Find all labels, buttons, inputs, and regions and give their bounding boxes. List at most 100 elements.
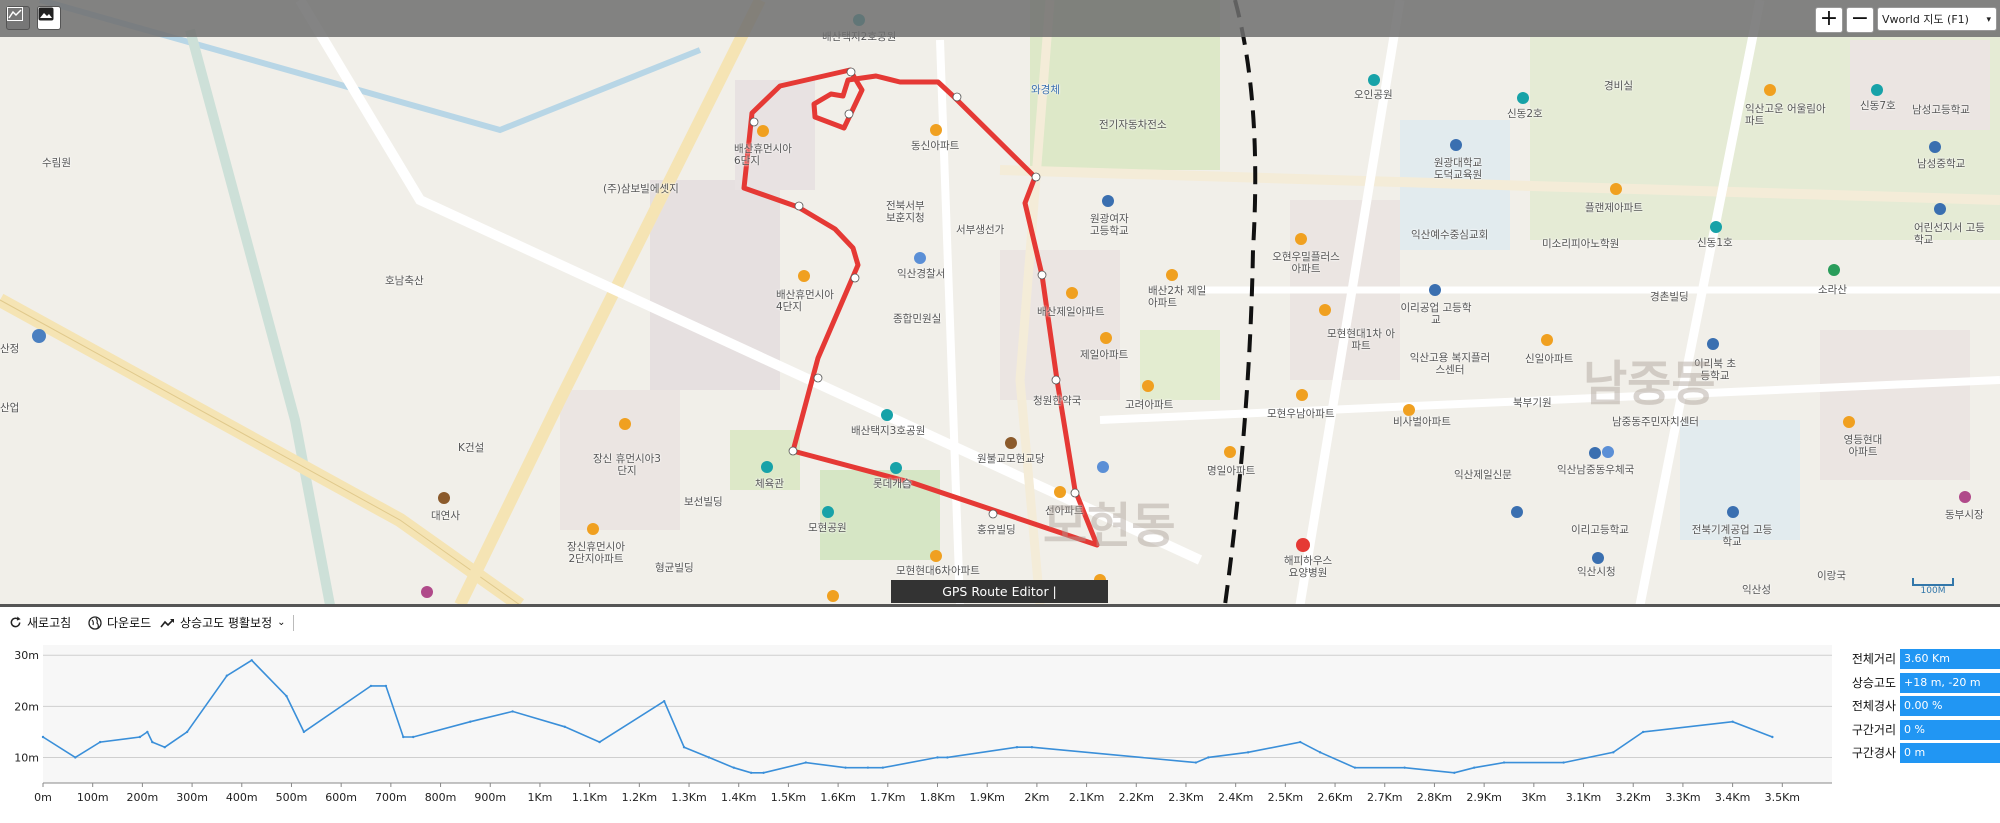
map-label: 보선빌딩 xyxy=(684,496,723,508)
chart-toggle-button[interactable] xyxy=(6,6,30,30)
zoom-out-button[interactable]: − xyxy=(1846,7,1874,33)
route-arrow-icon xyxy=(794,201,804,211)
road xyxy=(936,39,964,605)
waterway xyxy=(185,28,335,605)
route-arrow-icon xyxy=(813,373,823,383)
map-label: 신일아파트 xyxy=(1525,353,1574,365)
x-tick-label: 2Km xyxy=(1024,791,1049,804)
map-type-select[interactable]: Vworld 지도 (F1) ▾ xyxy=(1877,7,1997,31)
map-label: 이랑국 xyxy=(1817,570,1846,582)
highway-shield-icon xyxy=(32,329,46,343)
x-tick-label: 400m xyxy=(226,791,258,804)
map-label: 종합민원실 xyxy=(893,313,942,325)
map-label: 전북서부 보훈지청 xyxy=(886,200,925,224)
post-office-marker-icon xyxy=(1602,446,1614,458)
map-label: 소라산 xyxy=(1818,284,1847,296)
stat-label: 전체거리 xyxy=(1851,652,1896,666)
map-label: 신동7호 xyxy=(1860,100,1896,112)
x-tick-label: 3.5Km xyxy=(1765,791,1800,804)
elevation-data-point xyxy=(1246,751,1250,754)
map-label: 동신아파트 xyxy=(911,140,960,152)
elevation-chart[interactable]: 30m 20m 10m 0m 100m 200m 300m 400m 500m 600m 700m… xyxy=(0,637,1840,819)
map-label: 명일아파트 xyxy=(1207,465,1256,477)
elevation-data-point xyxy=(1299,740,1302,744)
route-arrow-icon xyxy=(846,67,856,77)
elevation-data-point xyxy=(41,735,45,739)
map-type-select-label: Vworld 지도 (F1) xyxy=(1882,13,1969,26)
x-tick-label: 800m xyxy=(425,791,457,804)
map-label: 원광대학교 도덕교육원 xyxy=(1433,157,1483,181)
x-tick-label: 1.3Km xyxy=(671,791,706,804)
smoothing-dropdown[interactable]: 상승고도 평활보정 ⌄ xyxy=(160,614,294,631)
map-label: 수림원 xyxy=(42,157,71,169)
mountain-marker-icon xyxy=(1828,264,1840,276)
elevation-data-point xyxy=(1207,756,1210,759)
district-boundary-line xyxy=(1223,0,1258,605)
map-label: 배산휴먼시아 6단지 xyxy=(734,143,792,167)
image-button[interactable] xyxy=(37,6,61,30)
x-tick-label: 1.6Km xyxy=(820,791,855,804)
scale-bar-label: 100M xyxy=(1920,586,1946,596)
elevation-chart-svg[interactable]: 30m 20m 10m 0m 100m 200m 300m 400m 500m 600m 700m… xyxy=(0,637,1840,819)
route-arrow-icon xyxy=(1070,488,1080,498)
map-label: 모현현대6차아파트 xyxy=(896,565,980,577)
apartment-marker-icon xyxy=(1296,389,1308,401)
map-label: 제일아파트 xyxy=(1080,349,1129,361)
map-view[interactable]: 배산택지2호공원 오인공원 신동2호 경비실 익산고운 어울림아파트 신동7호 … xyxy=(0,0,2000,605)
zoom-in-button[interactable]: + xyxy=(1815,7,1843,33)
x-tick-label: 1.7Km xyxy=(870,791,905,804)
elevation-data-point xyxy=(1403,766,1406,769)
x-tick-label: 2.4Km xyxy=(1218,791,1253,804)
route-arrow-icon xyxy=(1031,172,1041,182)
download-button[interactable]: 다운로드 xyxy=(88,614,151,631)
y-tick-label: 30m xyxy=(14,649,39,662)
map-label: 익산경찰서 xyxy=(897,268,946,280)
apartment-marker-icon xyxy=(757,125,769,137)
elevation-data-point xyxy=(804,761,808,764)
map-label: 모현현대1차 아파트 xyxy=(1327,328,1395,352)
x-tick-label: 1.4Km xyxy=(721,791,756,804)
map-label: 남중동주민자치센터 xyxy=(1612,416,1699,428)
school-marker-icon xyxy=(1707,338,1719,350)
map-label: 신동1호 xyxy=(1697,237,1733,249)
apartment-marker-icon xyxy=(619,418,631,430)
x-tick-label: 300m xyxy=(176,791,208,804)
route-arrow-icon xyxy=(1037,270,1047,280)
elevation-data-point xyxy=(1030,746,1034,749)
route-arrow-icon xyxy=(749,117,759,127)
stat-label: 상승고도 xyxy=(1851,676,1896,690)
elevation-data-point xyxy=(511,710,514,713)
apartment-marker-icon xyxy=(1764,84,1776,96)
police-marker-icon xyxy=(1097,461,1109,473)
stat-value: 0 m xyxy=(1900,743,2000,763)
park-marker-icon xyxy=(1517,92,1529,104)
elevation-data-point xyxy=(163,746,166,749)
x-tick-label: 3.1Km xyxy=(1566,791,1601,804)
map-label: 전기자동차전소 xyxy=(1099,119,1167,131)
map-label: 홍유빌딩 xyxy=(977,524,1016,536)
x-tick-label: 1Km xyxy=(527,791,552,804)
refresh-button[interactable]: 새로고침 xyxy=(9,614,71,631)
elevation-data-point xyxy=(1453,771,1456,774)
elevation-data-point xyxy=(732,766,735,769)
elevation-data-point xyxy=(98,740,102,744)
elevation-data-point xyxy=(1194,761,1198,764)
x-tick-label: 2.6Km xyxy=(1317,791,1352,804)
x-tick-label: 2.9Km xyxy=(1466,791,1501,804)
elevation-data-point xyxy=(412,735,415,739)
elevation-data-point xyxy=(1015,746,1019,749)
hospital-marker-icon xyxy=(1296,538,1310,552)
map-canvas[interactable] xyxy=(0,0,2000,605)
map-label: 장신휴먼시아 2단지아파트 xyxy=(567,541,625,565)
elevation-data-point xyxy=(936,756,939,759)
park-marker-icon xyxy=(890,462,902,474)
x-tick-label: 500m xyxy=(276,791,308,804)
apartment-marker-icon xyxy=(930,124,942,136)
image-icon xyxy=(38,7,54,21)
map-top-bar xyxy=(0,0,2000,37)
temple-marker-icon xyxy=(1005,437,1017,449)
x-tick-label: 2.5Km xyxy=(1268,791,1303,804)
map-label: 익산시청 xyxy=(1577,566,1616,578)
stat-value: +18 m, -20 m xyxy=(1900,673,2000,693)
x-tick-label: 1.9Km xyxy=(969,791,1004,804)
